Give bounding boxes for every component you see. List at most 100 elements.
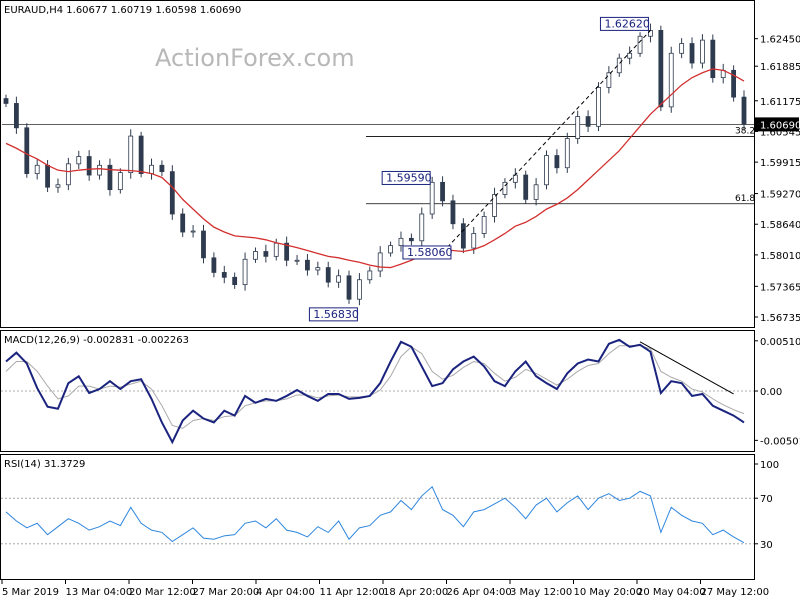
price-tick-label: 1.61175 <box>760 97 800 108</box>
candle-body <box>55 184 61 188</box>
candle-body <box>637 35 643 54</box>
candle-body <box>460 223 466 249</box>
price-annotation-label: 1.62620 <box>604 17 650 30</box>
x-axis-label: 5 Mar 2019 <box>2 587 59 598</box>
candle-body <box>24 127 30 174</box>
candle-body <box>388 245 393 254</box>
chart-title: EURAUD,H4 1.60677 1.60719 1.60598 1.6069… <box>4 5 241 16</box>
candle-body <box>533 184 539 200</box>
candle-body <box>689 43 695 64</box>
candle-body <box>294 259 300 262</box>
candle-body <box>263 251 269 257</box>
candle-body <box>450 200 456 225</box>
candle-body <box>3 98 9 104</box>
price-tick-label: 1.57365 <box>760 282 800 293</box>
candle-body <box>117 172 123 191</box>
candle-body <box>627 52 633 59</box>
macd-tick-label: -0.005019 <box>760 436 800 447</box>
x-axis-label: 10 May 20:00 <box>574 587 643 598</box>
candle-body <box>34 164 40 174</box>
candle-body <box>190 230 196 233</box>
candle-body <box>86 156 92 176</box>
rsi-tick-label: 70 <box>760 494 773 505</box>
candle-body <box>242 258 248 286</box>
x-axis-label: 20 Mar 12:00 <box>129 587 196 598</box>
x-axis-label: 26 Apr 04:00 <box>447 587 512 598</box>
candle-body <box>65 163 71 186</box>
watermark: ActionForex.com <box>155 44 355 72</box>
candle-body <box>616 57 622 74</box>
current-price-label: 1.60690 <box>760 120 800 131</box>
candle-body <box>377 252 383 272</box>
rsi-title: RSI(14) 31.3729 <box>4 459 85 470</box>
macd-title: MACD(12,26,9) -0.002831 -0.002263 <box>4 335 189 346</box>
candle-body <box>128 135 134 174</box>
candle-body <box>554 155 560 169</box>
candle-body <box>138 135 144 174</box>
candle-body <box>325 267 331 283</box>
candle-body <box>585 116 591 127</box>
candle-body <box>232 276 238 286</box>
price-tick-label: 1.62450 <box>760 35 800 46</box>
price-tick-label: 1.58010 <box>760 251 800 262</box>
rsi-panel <box>0 454 755 580</box>
candle-body <box>169 171 175 215</box>
x-axis-label: 20 May 04:00 <box>637 587 706 598</box>
candle-body <box>679 43 685 54</box>
price-annotation-label: 1.56830 <box>313 308 359 321</box>
candle-body <box>471 233 477 249</box>
candle-body <box>221 272 227 278</box>
candle-body <box>97 164 102 176</box>
rsi-tick-label: 30 <box>760 540 773 551</box>
candle-body <box>45 164 50 188</box>
rsi-tick-label: 100 <box>760 460 779 471</box>
x-axis-label: 27 May 12:00 <box>701 587 770 598</box>
price-tick-label: 1.59270 <box>760 190 800 201</box>
candle-body <box>13 103 19 129</box>
candle-body <box>201 230 206 259</box>
candle-body <box>180 213 186 233</box>
price-tick-label: 1.61885 <box>760 62 800 73</box>
x-axis-label: 13 Mar 04:00 <box>66 587 133 598</box>
candle-body <box>149 164 154 174</box>
candle-body <box>596 86 601 127</box>
price-annotation-label: 1.59590 <box>386 171 432 184</box>
candle-body <box>700 39 705 64</box>
x-axis-label: 18 Apr 20:00 <box>383 587 448 598</box>
price-annotation-label: 1.58060 <box>407 246 453 259</box>
candle-body <box>211 257 217 273</box>
candle-body <box>159 164 165 173</box>
x-axis-label: 11 Apr 12:00 <box>320 587 385 598</box>
candle-body <box>408 237 414 242</box>
candle-body <box>419 213 425 242</box>
candle-body <box>429 181 435 215</box>
macd-tick-label: 0.00 <box>760 387 782 398</box>
candle-body <box>273 242 279 257</box>
x-axis-label: 3 May 12:00 <box>510 587 572 598</box>
candle-body <box>357 279 362 300</box>
candle-body <box>481 216 487 234</box>
candle-body <box>367 270 373 281</box>
macd-tick-label: 0.005108 <box>760 337 800 348</box>
fib-level-label: 38.2 <box>735 127 755 137</box>
price-tick-label: 1.59915 <box>760 158 800 169</box>
x-axis-label: 4 Apr 04:00 <box>256 587 315 598</box>
candle-body <box>253 251 258 260</box>
candle-body <box>606 72 612 88</box>
candle-body <box>741 96 747 125</box>
candle-body <box>346 275 352 300</box>
price-tick-label: 1.58640 <box>760 220 800 231</box>
fib-level-label: 61.8 <box>735 194 755 204</box>
candle-body <box>575 116 581 139</box>
candle-body <box>564 138 570 169</box>
candle-body <box>523 174 529 200</box>
candle-body <box>492 194 497 217</box>
candle-body <box>76 156 82 165</box>
price-tick-label: 1.56735 <box>760 313 800 324</box>
candle-body <box>440 181 445 202</box>
candle-body <box>305 259 310 271</box>
candle-body <box>315 267 321 271</box>
candle-body <box>544 155 549 186</box>
x-axis-label: 27 Mar 20:00 <box>193 587 260 598</box>
candle-body <box>710 39 716 79</box>
